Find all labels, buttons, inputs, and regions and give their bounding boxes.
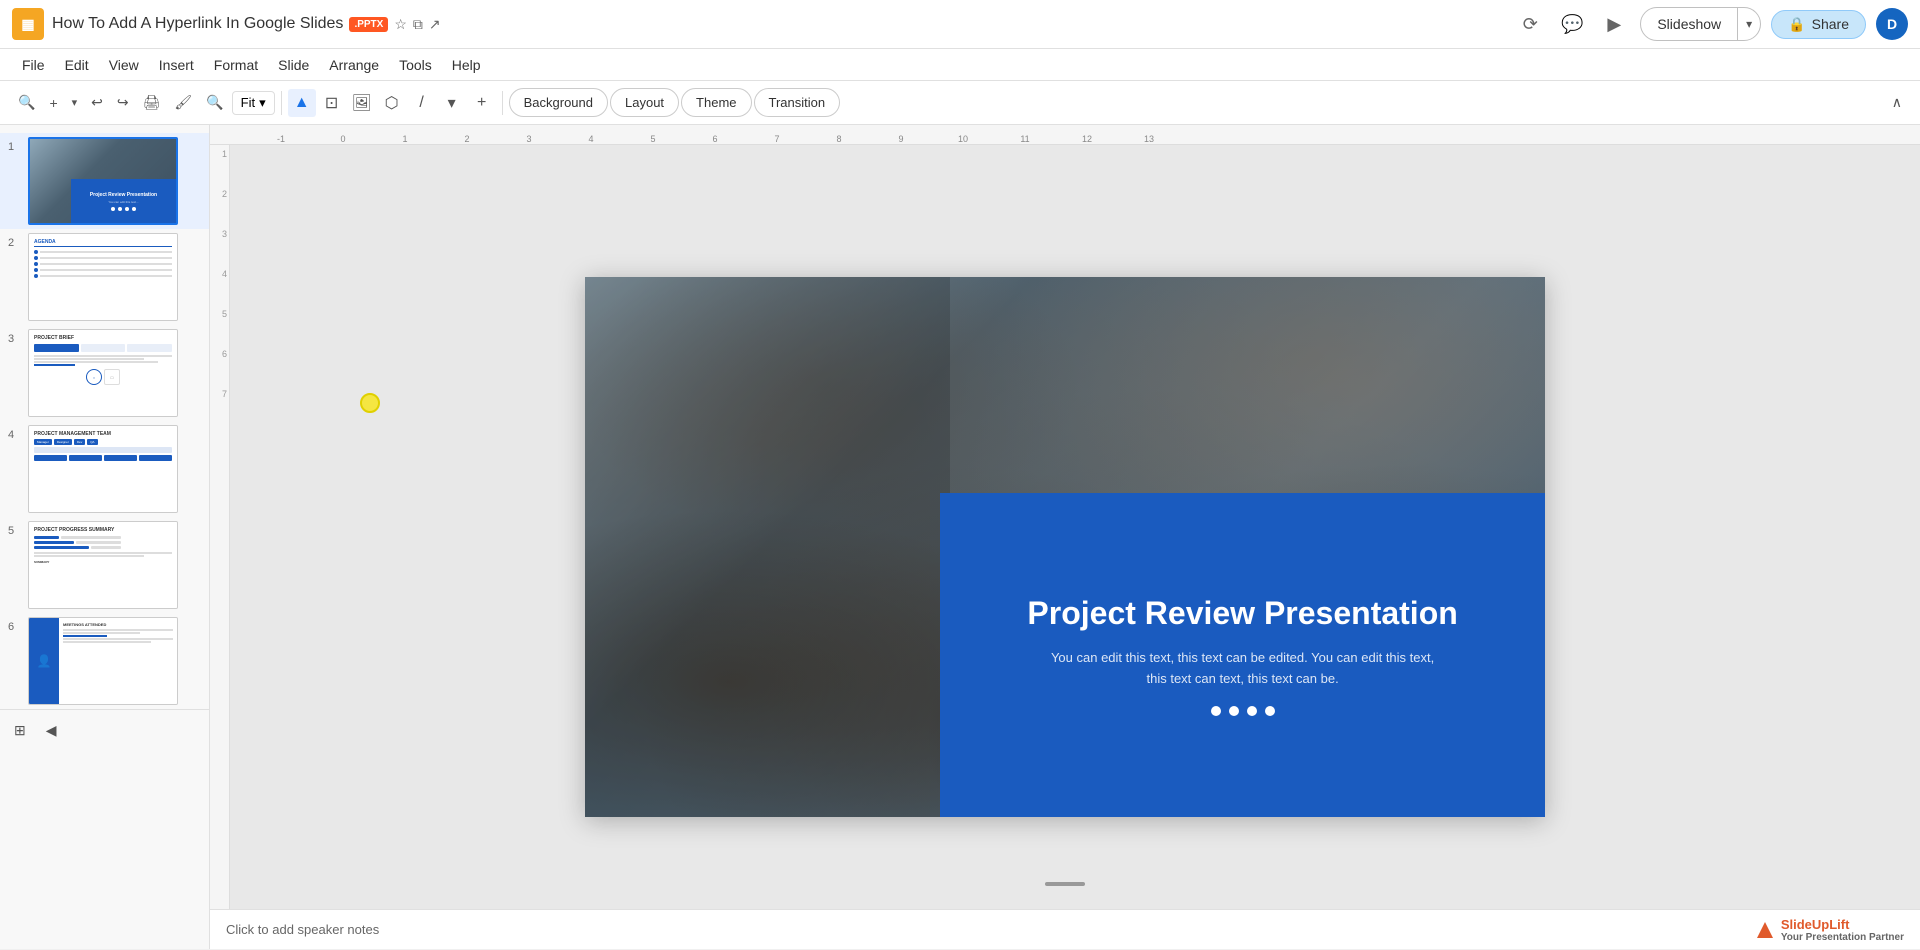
- menu-arrange[interactable]: Arrange: [319, 53, 389, 77]
- undo-button[interactable]: ↩: [85, 90, 109, 115]
- slide-subtitle: You can edit this text, this text can be…: [1051, 648, 1434, 690]
- slide-dot: [1229, 706, 1239, 716]
- search-button[interactable]: 🔍: [12, 90, 41, 115]
- slide-thumbnail: PROJECT PROGRESS SUMMARY: [28, 521, 178, 609]
- layout-button[interactable]: Layout: [610, 88, 679, 117]
- slideshow-dropdown-arrow[interactable]: ▾: [1738, 8, 1760, 40]
- slide-canvas[interactable]: Project Review Presentation You can edit…: [585, 277, 1545, 817]
- menu-help[interactable]: Help: [442, 53, 491, 77]
- slide-item[interactable]: 5 PROJECT PROGRESS SUMMARY: [0, 517, 209, 613]
- slideshow-label: Slideshow: [1641, 8, 1738, 40]
- zoom-level-arrow: ▾: [259, 95, 266, 111]
- lock-icon: 🔒: [1788, 16, 1805, 33]
- line-dropdown[interactable]: ▾: [438, 89, 466, 117]
- slide-thumbnail: PROJECT MANAGEMENT TEAM Manager Designer…: [28, 425, 178, 513]
- speaker-notes-text[interactable]: Click to add speaker notes: [226, 922, 379, 937]
- pptx-badge: .PPTX: [349, 17, 388, 32]
- zoom-level-selector[interactable]: Fit ▾: [232, 91, 275, 115]
- separator-2: [502, 91, 503, 115]
- document-title: How To Add A Hyperlink In Google Slides: [52, 15, 343, 33]
- slideshow-button[interactable]: Slideshow ▾: [1640, 7, 1761, 41]
- menu-edit[interactable]: Edit: [55, 53, 99, 77]
- slideuplift-logo: SlideUpLift Your Presentation Partner: [1755, 917, 1904, 943]
- cursor-indicator: [360, 393, 380, 413]
- shape-tool[interactable]: ⬡: [378, 89, 406, 117]
- zoom-dropdown[interactable]: ▾: [66, 92, 84, 113]
- present-icon[interactable]: ▶: [1598, 8, 1630, 40]
- select-tool[interactable]: ▲: [288, 89, 316, 117]
- slide-item[interactable]: 2 AGENDA: [0, 229, 209, 325]
- share-label: Share: [1812, 16, 1849, 32]
- menu-view[interactable]: View: [99, 53, 149, 77]
- line-tool[interactable]: /: [408, 89, 436, 117]
- slide-number: 5: [8, 525, 22, 537]
- share-button[interactable]: 🔒 Share: [1771, 10, 1866, 39]
- bottom-bar: Click to add speaker notes SlideUpLift Y…: [210, 909, 1920, 949]
- right-controls: ⟳ 💬 ▶ Slideshow ▾ 🔒 Share D: [1514, 7, 1908, 41]
- ruler-left: 1 2 3 4 5 6 7: [210, 145, 230, 949]
- menu-format[interactable]: Format: [204, 53, 268, 77]
- background-button[interactable]: Background: [509, 88, 608, 117]
- transition-button[interactable]: Transition: [754, 88, 841, 117]
- redo-button[interactable]: ↪: [111, 90, 135, 115]
- menu-bar: File Edit View Insert Format Slide Arran…: [0, 49, 1920, 81]
- comment-icon[interactable]: 💬: [1556, 8, 1588, 40]
- slide-left-dark: [585, 277, 950, 817]
- slide-item[interactable]: 1 Project Review Presentation You can ed…: [0, 133, 209, 229]
- grid-view-button[interactable]: ⊞: [8, 718, 32, 743]
- slide-thumbnail: AGENDA: [28, 233, 178, 321]
- slide-thumbnail: PROJECT BRIEF ○ □: [28, 329, 178, 417]
- title-section: How To Add A Hyperlink In Google Slides …: [52, 15, 1506, 33]
- toolbar: 🔍 + ▾ ↩ ↪ 🖨 🖌 🔍 Fit ▾ ▲ ⊡ 🖼 ⬡ / ▾ + Back…: [0, 81, 1920, 125]
- slide-number: 4: [8, 429, 22, 441]
- menu-file[interactable]: File: [12, 53, 55, 77]
- slide-dot: [1211, 706, 1221, 716]
- toggle-panel-button[interactable]: ◀: [40, 718, 63, 743]
- menu-slide[interactable]: Slide: [268, 53, 319, 77]
- app-icon: ▦: [12, 8, 44, 40]
- collapse-toolbar-button[interactable]: ∧: [1886, 90, 1908, 115]
- canvas-area: -1 0 1 2 3 4 5 6 7 8 9 10 11 12 13 1 2 3…: [210, 125, 1920, 949]
- zoom-in-button[interactable]: +: [43, 91, 63, 115]
- slide-item[interactable]: 4 PROJECT MANAGEMENT TEAM Manager Design…: [0, 421, 209, 517]
- scroll-handle: [1045, 882, 1085, 886]
- slide-number: 6: [8, 621, 22, 633]
- slide-dots: [1211, 706, 1275, 716]
- slide-item[interactable]: 6 👤 MEETINGS ATTENDED: [0, 613, 209, 709]
- slide-canvas-wrapper: Project Review Presentation You can edit…: [210, 145, 1920, 949]
- zoom-level-label: Fit: [241, 95, 255, 110]
- move-icon[interactable]: ↗: [429, 16, 441, 33]
- slideuplift-logo-icon: [1755, 920, 1775, 940]
- slide-item[interactable]: 3 PROJECT BRIEF: [0, 325, 209, 421]
- ruler-top: -1 0 1 2 3 4 5 6 7 8 9 10 11 12 13: [210, 125, 1920, 145]
- title-bar: ▦ How To Add A Hyperlink In Google Slide…: [0, 0, 1920, 49]
- slide-thumbnail: Project Review Presentation You can edit…: [28, 137, 178, 225]
- text-comment-tool[interactable]: +: [468, 89, 496, 117]
- star-icon[interactable]: ☆: [394, 16, 407, 33]
- slide-dot: [1265, 706, 1275, 716]
- folder-icon[interactable]: ⧉: [413, 16, 423, 33]
- slide-blue-box: Project Review Presentation You can edit…: [940, 493, 1545, 817]
- menu-insert[interactable]: Insert: [149, 53, 204, 77]
- main-layout: 1 Project Review Presentation You can ed…: [0, 125, 1920, 949]
- slide-thumbnail: 👤 MEETINGS ATTENDED: [28, 617, 178, 705]
- image-insert-tool[interactable]: 🖼: [348, 89, 376, 117]
- paint-format-button[interactable]: 🖌: [168, 90, 198, 115]
- select-resize-tool[interactable]: ⊡: [318, 89, 346, 117]
- menu-tools[interactable]: Tools: [389, 53, 442, 77]
- logo-tagline: Your Presentation Partner: [1781, 932, 1904, 943]
- slide-number: 2: [8, 237, 22, 249]
- print-button[interactable]: 🖨: [137, 90, 167, 115]
- history-icon[interactable]: ⟳: [1514, 8, 1546, 40]
- theme-button[interactable]: Theme: [681, 88, 751, 117]
- slide-number: 1: [8, 141, 22, 153]
- user-avatar[interactable]: D: [1876, 8, 1908, 40]
- logo-name: SlideUpLift: [1781, 917, 1904, 932]
- slide-panel: 1 Project Review Presentation You can ed…: [0, 125, 210, 949]
- slide-dot: [1247, 706, 1257, 716]
- slide-main-title: Project Review Presentation: [1027, 594, 1457, 632]
- separator: [281, 91, 282, 115]
- zoom-control[interactable]: 🔍: [200, 90, 229, 115]
- slide-number: 3: [8, 333, 22, 345]
